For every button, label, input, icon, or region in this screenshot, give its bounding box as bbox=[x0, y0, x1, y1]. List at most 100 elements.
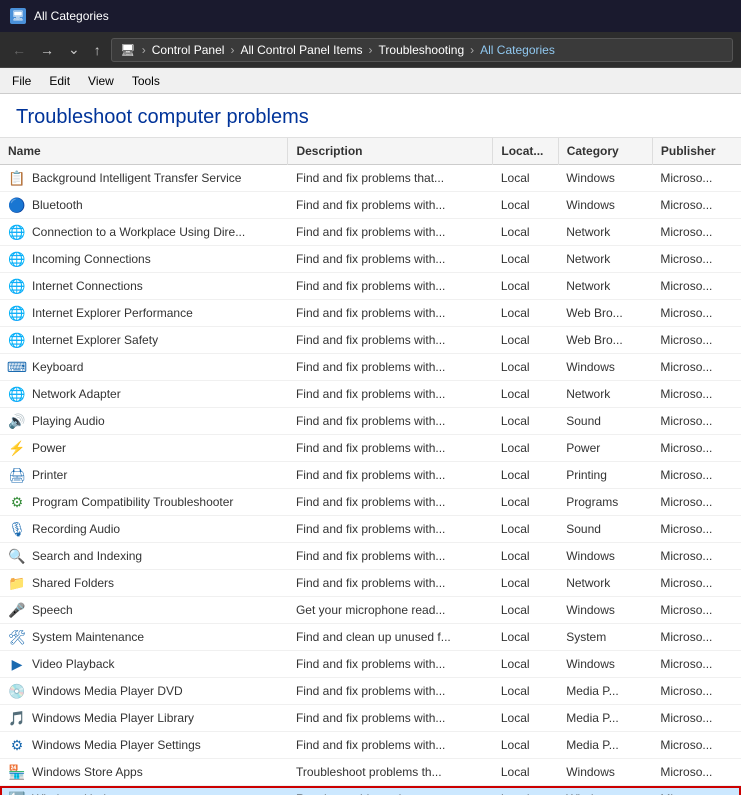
row-icon: 🌐 bbox=[8, 223, 26, 241]
row-pub: Microso... bbox=[652, 300, 741, 327]
table-row[interactable]: 🎙Recording AudioFind and fix problems wi… bbox=[0, 516, 741, 543]
row-name: Keyboard bbox=[32, 360, 83, 374]
table-row[interactable]: 🖨PrinterFind and fix problems with...Loc… bbox=[0, 462, 741, 489]
table-row[interactable]: 🌐Internet Explorer SafetyFind and fix pr… bbox=[0, 327, 741, 354]
address-bar: ← → ⌄ ↑ 🖥 › Control Panel › All Control … bbox=[0, 32, 741, 68]
row-icon: ⚙ bbox=[8, 493, 26, 511]
row-cat: Network bbox=[558, 273, 652, 300]
table-row[interactable]: 🌐Incoming ConnectionsFind and fix proble… bbox=[0, 246, 741, 273]
row-icon: 🏪 bbox=[8, 763, 26, 781]
row-icon: ⚙ bbox=[8, 736, 26, 754]
row-loc: Local bbox=[493, 759, 558, 786]
row-icon: 🌐 bbox=[8, 385, 26, 403]
table-row[interactable]: 🔵BluetoothFind and fix problems with...L… bbox=[0, 192, 741, 219]
row-cat: Windows bbox=[558, 786, 652, 795]
up-button[interactable]: ↑ bbox=[90, 40, 105, 60]
row-pub: Microso... bbox=[652, 408, 741, 435]
row-desc: Find and fix problems with... bbox=[288, 732, 493, 759]
table-row[interactable]: 🛠System MaintenanceFind and clean up unu… bbox=[0, 624, 741, 651]
col-header-pub[interactable]: Publisher bbox=[652, 138, 741, 165]
table-row[interactable]: ⚙Windows Media Player SettingsFind and f… bbox=[0, 732, 741, 759]
table-row[interactable]: ⌨KeyboardFind and fix problems with...Lo… bbox=[0, 354, 741, 381]
row-name: Background Intelligent Transfer Service bbox=[32, 171, 241, 185]
row-name: Shared Folders bbox=[32, 576, 114, 590]
menu-edit[interactable]: Edit bbox=[41, 71, 78, 91]
row-icon: ⌨ bbox=[8, 358, 26, 376]
recent-button[interactable]: ⌄ bbox=[64, 39, 84, 60]
row-pub: Microso... bbox=[652, 516, 741, 543]
row-icon: 🔍 bbox=[8, 547, 26, 565]
row-cat: Network bbox=[558, 246, 652, 273]
row-pub: Microso... bbox=[652, 786, 741, 795]
path-icon: 🖥 bbox=[120, 42, 136, 58]
row-icon: 🌐 bbox=[8, 250, 26, 268]
row-cat: Printing bbox=[558, 462, 652, 489]
back-button[interactable]: ← bbox=[8, 40, 30, 60]
title-bar: 🖥 All Categories bbox=[0, 0, 741, 32]
table-row[interactable]: ⚙Program Compatibility TroubleshooterFin… bbox=[0, 489, 741, 516]
row-loc: Local bbox=[493, 165, 558, 192]
row-pub: Microso... bbox=[652, 273, 741, 300]
row-loc: Local bbox=[493, 273, 558, 300]
row-loc: Local bbox=[493, 192, 558, 219]
row-icon: 🛠 bbox=[8, 628, 26, 646]
row-desc: Find and fix problems with... bbox=[288, 435, 493, 462]
table-row[interactable]: 🔄Windows UpdateResolve problems that pre… bbox=[0, 786, 741, 795]
col-header-name[interactable]: Name bbox=[0, 138, 288, 165]
row-name: Network Adapter bbox=[32, 387, 121, 401]
table-row[interactable]: ⚡PowerFind and fix problems with...Local… bbox=[0, 435, 741, 462]
row-loc: Local bbox=[493, 786, 558, 795]
table-row[interactable]: 🌐Network AdapterFind and fix problems wi… bbox=[0, 381, 741, 408]
row-pub: Microso... bbox=[652, 570, 741, 597]
table-row[interactable]: 🌐Connection to a Workplace Using Dire...… bbox=[0, 219, 741, 246]
row-cat: Programs bbox=[558, 489, 652, 516]
row-cat: Network bbox=[558, 570, 652, 597]
row-name: Windows Media Player Library bbox=[32, 711, 194, 725]
row-name: Video Playback bbox=[32, 657, 115, 671]
forward-button[interactable]: → bbox=[36, 40, 58, 60]
row-icon: ⚡ bbox=[8, 439, 26, 457]
row-name: System Maintenance bbox=[32, 630, 144, 644]
window-icon: 🖥 bbox=[10, 8, 26, 24]
row-pub: Microso... bbox=[652, 489, 741, 516]
table-row[interactable]: 🔊Playing AudioFind and fix problems with… bbox=[0, 408, 741, 435]
row-desc: Find and fix problems with... bbox=[288, 516, 493, 543]
row-icon: 💿 bbox=[8, 682, 26, 700]
row-desc: Resolve problems that pre... bbox=[288, 786, 493, 795]
row-name: Printer bbox=[32, 468, 67, 482]
col-header-desc[interactable]: Description bbox=[288, 138, 493, 165]
row-name: Internet Explorer Safety bbox=[32, 333, 158, 347]
table-row[interactable]: 🎤SpeechGet your microphone read...LocalW… bbox=[0, 597, 741, 624]
row-name: Playing Audio bbox=[32, 414, 105, 428]
menu-tools[interactable]: Tools bbox=[124, 71, 168, 91]
table-row[interactable]: 💿Windows Media Player DVDFind and fix pr… bbox=[0, 678, 741, 705]
address-path[interactable]: 🖥 › Control Panel › All Control Panel It… bbox=[111, 38, 733, 62]
table-row[interactable]: 🌐Internet ConnectionsFind and fix proble… bbox=[0, 273, 741, 300]
items-table: Name Description Locat... Category Publi… bbox=[0, 138, 741, 795]
row-loc: Local bbox=[493, 705, 558, 732]
row-desc: Find and fix problems with... bbox=[288, 570, 493, 597]
row-cat: Sound bbox=[558, 408, 652, 435]
row-loc: Local bbox=[493, 624, 558, 651]
col-header-loc[interactable]: Locat... bbox=[493, 138, 558, 165]
table-row[interactable]: 🌐Internet Explorer PerformanceFind and f… bbox=[0, 300, 741, 327]
table-row[interactable]: 🔍Search and IndexingFind and fix problem… bbox=[0, 543, 741, 570]
table-row[interactable]: 🏪Windows Store AppsTroubleshoot problems… bbox=[0, 759, 741, 786]
col-header-cat[interactable]: Category bbox=[558, 138, 652, 165]
row-icon: 🎙 bbox=[8, 520, 26, 538]
row-pub: Microso... bbox=[652, 624, 741, 651]
row-desc: Find and fix problems with... bbox=[288, 192, 493, 219]
table-row[interactable]: 📁Shared FoldersFind and fix problems wit… bbox=[0, 570, 741, 597]
row-loc: Local bbox=[493, 219, 558, 246]
row-icon: 🔊 bbox=[8, 412, 26, 430]
menu-file[interactable]: File bbox=[4, 71, 39, 91]
menu-view[interactable]: View bbox=[80, 71, 122, 91]
row-desc: Find and fix problems with... bbox=[288, 543, 493, 570]
table-row[interactable]: 📋Background Intelligent Transfer Service… bbox=[0, 165, 741, 192]
row-desc: Find and fix problems that... bbox=[288, 165, 493, 192]
row-loc: Local bbox=[493, 651, 558, 678]
path-all-items: All Control Panel Items bbox=[240, 43, 362, 57]
row-loc: Local bbox=[493, 570, 558, 597]
table-row[interactable]: ▶Video PlaybackFind and fix problems wit… bbox=[0, 651, 741, 678]
table-row[interactable]: 🎵Windows Media Player LibraryFind and fi… bbox=[0, 705, 741, 732]
